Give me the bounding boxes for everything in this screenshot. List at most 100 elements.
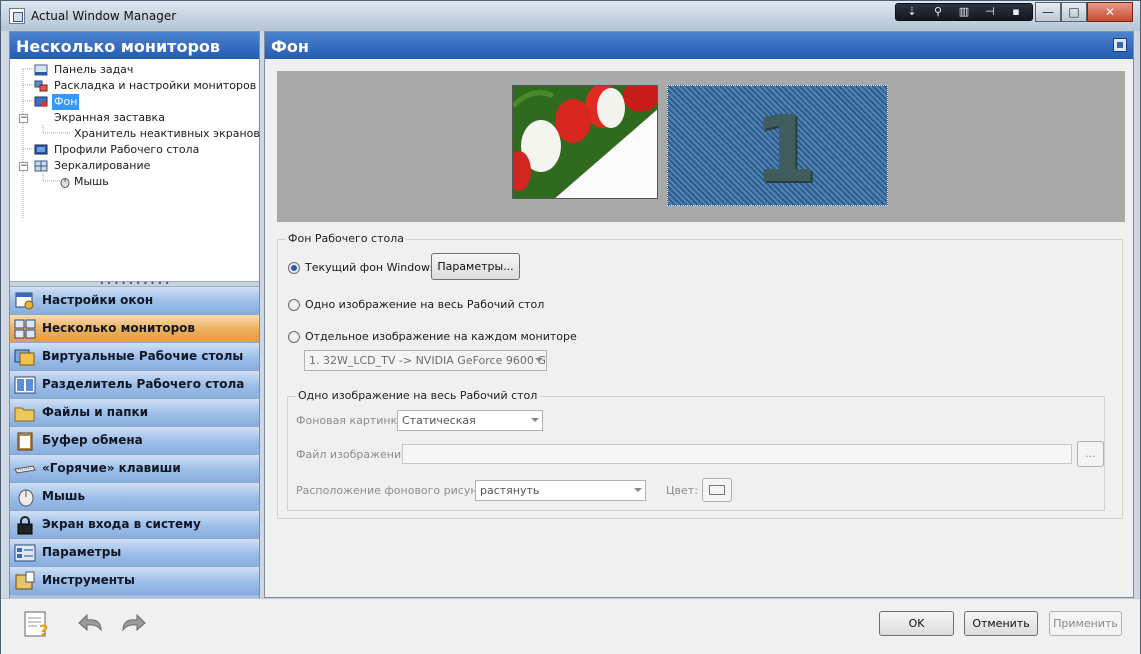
position-select[interactable]: растянуть	[475, 480, 646, 501]
chevron-down-icon	[531, 418, 539, 422]
group-title: Одно изображение на весь Рабочий стол	[296, 389, 540, 402]
nav-item-label: Файлы и папки	[42, 405, 149, 419]
nav-item-label: «Горячие» клавиши	[42, 461, 181, 475]
nav-item-desktop-divider[interactable]: Разделитель Рабочего стола	[10, 371, 259, 399]
tree-item-mouse[interactable]: Мышь	[10, 174, 259, 190]
nav-item-logon-screen[interactable]: Экран входа в систему	[10, 511, 259, 539]
nav-item-label: Разделитель Рабочего стола	[42, 377, 245, 391]
tree-item-label: Фон	[52, 94, 80, 110]
collapse-toggle[interactable]: −	[19, 114, 28, 123]
tree-item-label: Профили Рабочего стола	[54, 143, 200, 156]
move-to-monitor-icon[interactable]: ⊣	[977, 4, 1003, 20]
monitors-layout-icon	[34, 80, 48, 92]
image-file-input[interactable]	[402, 444, 1072, 464]
bottom-bar: ? OK Отменить Применить	[1, 598, 1140, 654]
single-image-group: Одно изображение на весь Рабочий стол Фо…	[287, 389, 1105, 511]
nav-item-tools[interactable]: Инструменты	[10, 567, 259, 595]
tools-icon	[15, 571, 35, 590]
minimize-button[interactable]: —	[1035, 2, 1061, 22]
main-window: Actual Window Manager ⇣ ⚲ ▥ ⊣ ▪ — □ ✕ Не…	[0, 0, 1141, 654]
nav-item-mouse[interactable]: Мышь	[10, 483, 259, 511]
ok-button[interactable]: OK	[879, 611, 954, 636]
radio-button[interactable]	[288, 262, 300, 274]
position-label: Расположение фонового рисунка:	[296, 484, 495, 497]
settings-tree: Панель задач Раскладка и настройки монит…	[10, 59, 260, 281]
monitor-2-preview[interactable]: 1	[667, 85, 888, 206]
nav-item-options[interactable]: Параметры	[10, 539, 259, 567]
color-label: Цвет:	[666, 484, 698, 497]
apply-button[interactable]: Применить	[1049, 611, 1122, 636]
tree-item-layout[interactable]: Раскладка и настройки мониторов	[10, 78, 259, 94]
nav-item-window-settings[interactable]: Настройки окон	[10, 287, 259, 315]
tree-item-label: Зеркалирование	[54, 159, 151, 172]
tree-item-label: Раскладка и настройки мониторов	[54, 79, 257, 92]
undo-icon[interactable]	[77, 610, 107, 638]
redo-icon[interactable]	[117, 610, 147, 638]
monitor-number: 1	[753, 96, 818, 203]
chevron-down-icon	[535, 358, 543, 362]
tree-item-label: Мышь	[74, 175, 109, 188]
radio-button[interactable]	[288, 299, 300, 311]
transparency-icon[interactable]: ▥	[951, 4, 977, 20]
cancel-button[interactable]: Отменить	[964, 611, 1038, 636]
tree-item-label: Экранная заставка	[54, 111, 165, 124]
desktop-background-group: Фон Рабочего стола Текущий фон Windows П…	[277, 232, 1123, 519]
nav-item-clipboard[interactable]: Буфер обмена	[10, 427, 259, 455]
right-panel: Фон 1 Фон Рабочего стола Текущий фон Win…	[264, 31, 1134, 598]
browse-button[interactable]: ...	[1077, 441, 1104, 467]
window-settings-icon	[15, 292, 34, 310]
lock-icon	[17, 516, 33, 535]
extra-title-buttons: ⇣ ⚲ ▥ ⊣ ▪	[895, 3, 1033, 21]
bg-picture-select[interactable]: Статическая	[397, 410, 543, 431]
group-title: Фон Рабочего стола	[286, 232, 407, 245]
tree-item-inactive-keeper[interactable]: Хранитель неактивных экранов	[10, 126, 260, 142]
right-panel-title: Фон	[265, 32, 1133, 59]
mouse-icon	[18, 489, 34, 507]
pin-icon[interactable]: ⚲	[925, 4, 951, 20]
collapse-toggle[interactable]: −	[19, 162, 28, 171]
params-button[interactable]: Параметры...	[431, 253, 520, 280]
desktop-profile-icon	[34, 144, 48, 155]
color-picker-button[interactable]	[702, 478, 732, 502]
tree-item-background[interactable]: Фон	[10, 94, 259, 110]
folder-icon	[14, 407, 35, 422]
nav-item-hotkeys[interactable]: «Горячие» клавиши	[10, 455, 259, 483]
tree-item-desktop-profiles[interactable]: Профили Рабочего стола	[10, 142, 259, 158]
nav-item-label: Экран входа в систему	[42, 517, 201, 531]
monitor-1-preview[interactable]	[512, 85, 658, 199]
minimize-to-tray-icon[interactable]: ▪	[1003, 4, 1029, 20]
tree-item-taskbar[interactable]: Панель задач	[10, 62, 259, 78]
help-icon[interactable]: ?	[23, 610, 53, 638]
virtual-desktops-icon	[14, 349, 35, 366]
multi-monitors-icon	[14, 319, 36, 339]
section-title: Фон	[271, 37, 309, 56]
keyboard-icon	[14, 465, 36, 474]
restore-panel-icon[interactable]	[1113, 38, 1127, 52]
svg-text:?: ?	[39, 621, 48, 638]
image-file-label: Файл изображения:	[296, 448, 412, 461]
monitor-select[interactable]: 1. 32W_LCD_TV -> NVIDIA GeForce 9600 GT	[304, 350, 547, 371]
taskbar-icon	[34, 64, 48, 76]
clipboard-icon	[17, 432, 33, 451]
color-swatch	[709, 485, 725, 495]
left-panel-title: Несколько мониторов	[10, 32, 259, 59]
roll-up-icon[interactable]: ⇣	[899, 4, 925, 20]
nav-item-label: Буфер обмена	[42, 433, 143, 447]
app-icon[interactable]	[9, 8, 25, 24]
nav-item-label: Виртуальные Рабочие столы	[42, 349, 244, 363]
tree-item-mirroring[interactable]: − Зеркалирование	[10, 158, 259, 174]
nav-item-virtual-desktops[interactable]: Виртуальные Рабочие столы	[10, 343, 259, 371]
close-button[interactable]: ✕	[1087, 2, 1133, 22]
nav-item-label: Параметры	[42, 545, 122, 559]
window-title: Actual Window Manager	[31, 9, 177, 23]
nav-item-multi-monitors[interactable]: Несколько мониторов	[10, 315, 259, 343]
tulips-wallpaper-image	[513, 86, 657, 198]
tree-item-screensaver[interactable]: − Экранная заставка	[10, 110, 259, 126]
tree-item-label: Хранитель неактивных экранов	[74, 127, 260, 140]
radio-button[interactable]	[288, 331, 300, 343]
nav-item-files-folders[interactable]: Файлы и папки	[10, 399, 259, 427]
maximize-button[interactable]: □	[1061, 2, 1087, 22]
bg-picture-label: Фоновая картинка	[296, 414, 404, 427]
background-icon	[34, 96, 48, 107]
title-bar[interactable]: Actual Window Manager ⇣ ⚲ ▥ ⊣ ▪ — □ ✕	[1, 1, 1140, 31]
